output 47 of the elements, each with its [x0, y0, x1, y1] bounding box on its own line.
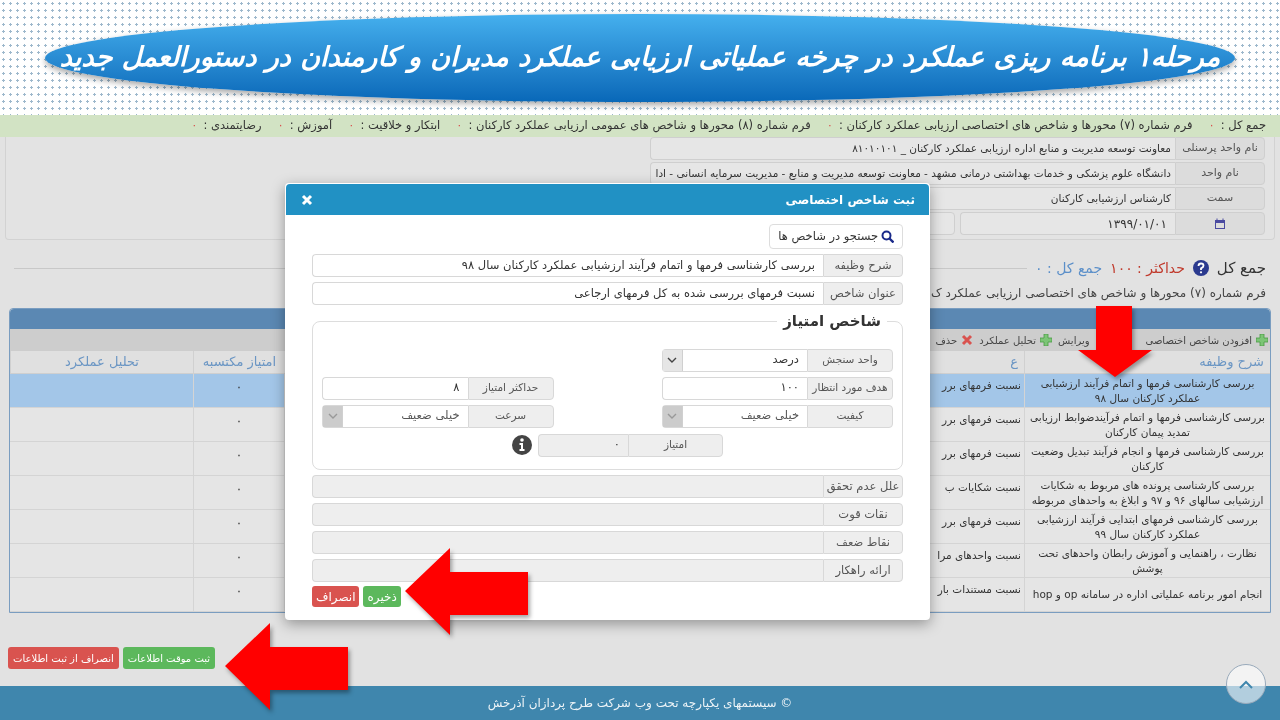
section-title: فرم شماره (۷) محورها و شاخص های اختصاصی ارزیابی عملکرد ک [931, 285, 1266, 302]
field-value: دانشگاه علوم پزشکی و خدمات بهداشتی درمانی مشهد - معاونت توسعه مدیریت و منابع - مدیریت سرمایه انسانی - ادا [650, 162, 1175, 185]
field-label: شرح وظیفه [823, 254, 903, 277]
summary-label: جمع کل : [1220, 117, 1266, 135]
banner-title: مرحله۱ برنامه ریزی عملکرد در چرخه عملیاتی ارزیابی عملکرد مدیران و کارمندان در دستورالعمل جدید [59, 40, 1221, 75]
field-label: کیفیت [807, 404, 893, 428]
summary-label: آموزش : [289, 117, 333, 135]
table-cell: انجام امور برنامه عملیاتی اداره در سامانه op و hop [1024, 578, 1270, 611]
fieldset-legend: شاخص امتیاز [777, 310, 887, 333]
summary-label: فرم شماره (۸) محورها و شاخص های عمومی ارزیابی عملکرد کارکنان : [468, 117, 811, 135]
dropdown-value: خیلی ضعیف [739, 407, 800, 425]
field-label: عنوان شاخص [823, 282, 903, 305]
summary-label: رضایتمندی : [203, 117, 262, 135]
field-label: امتیاز [628, 433, 723, 457]
summary-value: ۰ [456, 117, 463, 135]
summary-label: ابتکار و خلاقیت : [360, 117, 441, 135]
field-label: نقاط ضعف [823, 531, 903, 554]
summary-value: ۰ [1208, 117, 1215, 135]
summary-value: ۰ [277, 117, 284, 135]
field-label: واحد سنجش [807, 348, 893, 372]
table-cell: بررسی کارشناسی فرمها و انجام فرآیند تبدیل وضعیت کارکنان [1024, 442, 1270, 475]
field-label: نام واحد [1175, 162, 1265, 185]
summary-value: ۰ [191, 117, 198, 135]
field-label: ارائه راهکار [823, 559, 903, 582]
table-cell: نظارت ، راهنمایی و آموزش رابطان واحدهای تحت پوشش [1024, 544, 1270, 577]
totals-label: جمع کل [1216, 257, 1266, 279]
dialog-title: ثبت شاخص اختصاصی [785, 191, 915, 209]
field-label: نام واحد پرسنلی [1175, 137, 1265, 160]
summary-value: ۰ [348, 117, 355, 135]
field-label: سرعت [467, 404, 554, 428]
field-label: نقات قوت [823, 503, 903, 526]
table-cell: بررسی کارشناسی فرمهای ابتدایی فرآیند ارزشیابی عملکرد کارکنان سال ۹۹ [1024, 510, 1270, 543]
field-label: هدف مورد انتظار [807, 376, 893, 400]
table-cell: بررسی کارشناسی فرمها و اتمام فرآیندضوابط ارزیابی تمدید پیمان کارکنان [1024, 408, 1270, 441]
summary-label: فرم شماره (۷) محورها و شاخص های اختصاصی ارزیابی عملکرد کارکنان : [838, 117, 1193, 135]
dropdown-value: خیلی ضعیف [400, 407, 461, 425]
field-label: حداکثر امتیاز [467, 376, 554, 400]
field-value: معاونت توسعه مدیریت و منابع اداره ارزیابی عملکرد کارکنان _ ۸۱۰۱۰۱۰۱ [650, 137, 1175, 160]
field-label: علل عدم تحقق [823, 475, 903, 498]
max-score-text: حداکثر : ۱۰۰ [1110, 258, 1185, 279]
summary-value: ۰ [826, 117, 833, 135]
column-header: تحلیل عملکرد [10, 351, 193, 373]
field-label: سمت [1175, 187, 1265, 210]
dropdown-value: درصد [771, 351, 800, 369]
table-cell: بررسی کارشناسی پرونده های مربوط به شکایات ارزشیابی سالهای ۹۶ و ۹۷ و ابلاغ به واحدهای مربوطه [1024, 476, 1270, 509]
footer-text: © سیستمهای یکپارچه تحت وب شرکت طرح پردازان آذرخش [487, 694, 793, 712]
total-score-text: جمع کل : ۰ [1035, 258, 1103, 279]
